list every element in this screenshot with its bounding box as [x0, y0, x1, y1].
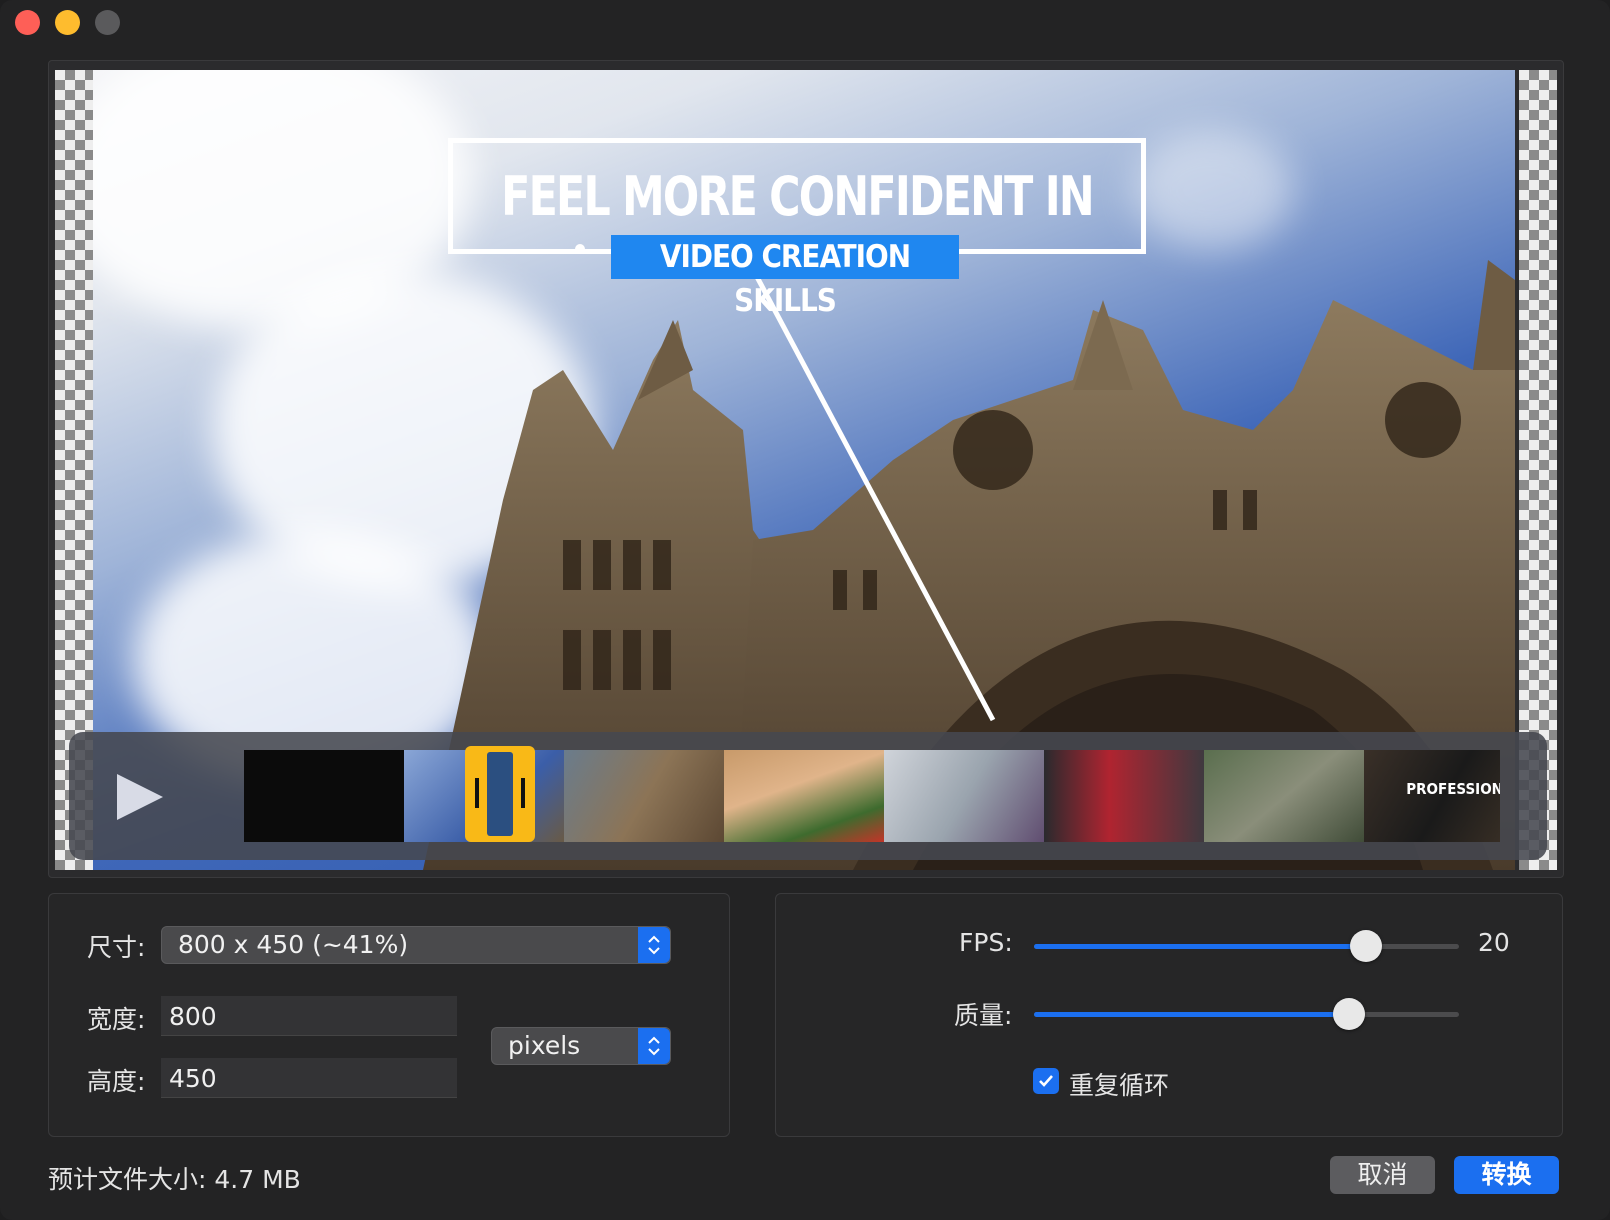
size-select[interactable]: 800 x 450 (~41%): [161, 926, 671, 964]
quality-slider[interactable]: [1034, 998, 1459, 1030]
quality-slider-fill: [1034, 1012, 1349, 1017]
fps-label: FPS:: [959, 928, 1013, 957]
window: FEEL MORE CONFIDENT IN YOUR VIDEO CREATI…: [0, 0, 1610, 1220]
size-label: 尺寸:: [87, 933, 146, 962]
playhead-scrubber[interactable]: [465, 746, 535, 842]
unit-select-value: pixels: [508, 1031, 581, 1060]
thumbnail: [1204, 750, 1368, 842]
thumbnail-strip[interactable]: PROFESSIONAL: [244, 750, 1500, 842]
width-label: 宽度:: [87, 1005, 146, 1034]
fps-slider[interactable]: [1034, 930, 1459, 962]
cancel-button[interactable]: 取消: [1330, 1156, 1435, 1194]
fps-slider-knob[interactable]: [1350, 930, 1382, 962]
height-field[interactable]: [161, 1058, 457, 1098]
convert-button[interactable]: 转换: [1454, 1156, 1559, 1194]
titlebar: [0, 0, 1610, 50]
height-input[interactable]: [161, 1058, 457, 1098]
size-select-value: 800 x 450 (~41%): [178, 930, 409, 959]
thumbnail: [564, 750, 728, 842]
timeline[interactable]: PROFESSIONAL: [69, 732, 1547, 860]
quality-label: 质量:: [954, 1001, 1013, 1030]
loop-label: 重复循环: [1069, 1071, 1170, 1100]
unit-select[interactable]: pixels: [491, 1027, 671, 1065]
preview-area: FEEL MORE CONFIDENT IN YOUR VIDEO CREATI…: [48, 60, 1564, 878]
thumbnail: [884, 750, 1048, 842]
height-label: 高度:: [87, 1067, 146, 1096]
chevron-updown-icon: [638, 1028, 670, 1064]
fps-value: 20: [1478, 928, 1510, 957]
thumbnail: [724, 750, 888, 842]
play-icon[interactable]: [117, 774, 163, 820]
thumbnail: [1044, 750, 1208, 842]
zoom-button[interactable]: [95, 10, 120, 35]
loop-checkbox[interactable]: [1033, 1068, 1059, 1094]
fps-slider-fill: [1034, 944, 1366, 949]
estimated-file-size: 预计文件大小: 4.7 MB: [48, 1165, 301, 1194]
chevron-updown-icon: [638, 927, 670, 963]
checkmark-icon: [1039, 1075, 1053, 1087]
close-button[interactable]: [15, 10, 40, 35]
width-field[interactable]: [161, 996, 457, 1036]
size-settings-panel: 尺寸: 800 x 450 (~41%) 宽度: 高度: pixels: [48, 893, 730, 1137]
thumbnail-text: PROFESSIONAL: [1406, 780, 1500, 798]
title-line-2: VIDEO CREATION SKILLS: [611, 235, 959, 319]
output-settings-panel: FPS: 20 质量: 重复循环: [775, 893, 1563, 1137]
thumbnail: [244, 750, 408, 842]
minimize-button[interactable]: [55, 10, 80, 35]
quality-slider-knob[interactable]: [1333, 998, 1365, 1030]
thumbnail: PROFESSIONAL: [1364, 750, 1500, 842]
width-input[interactable]: [161, 996, 457, 1036]
